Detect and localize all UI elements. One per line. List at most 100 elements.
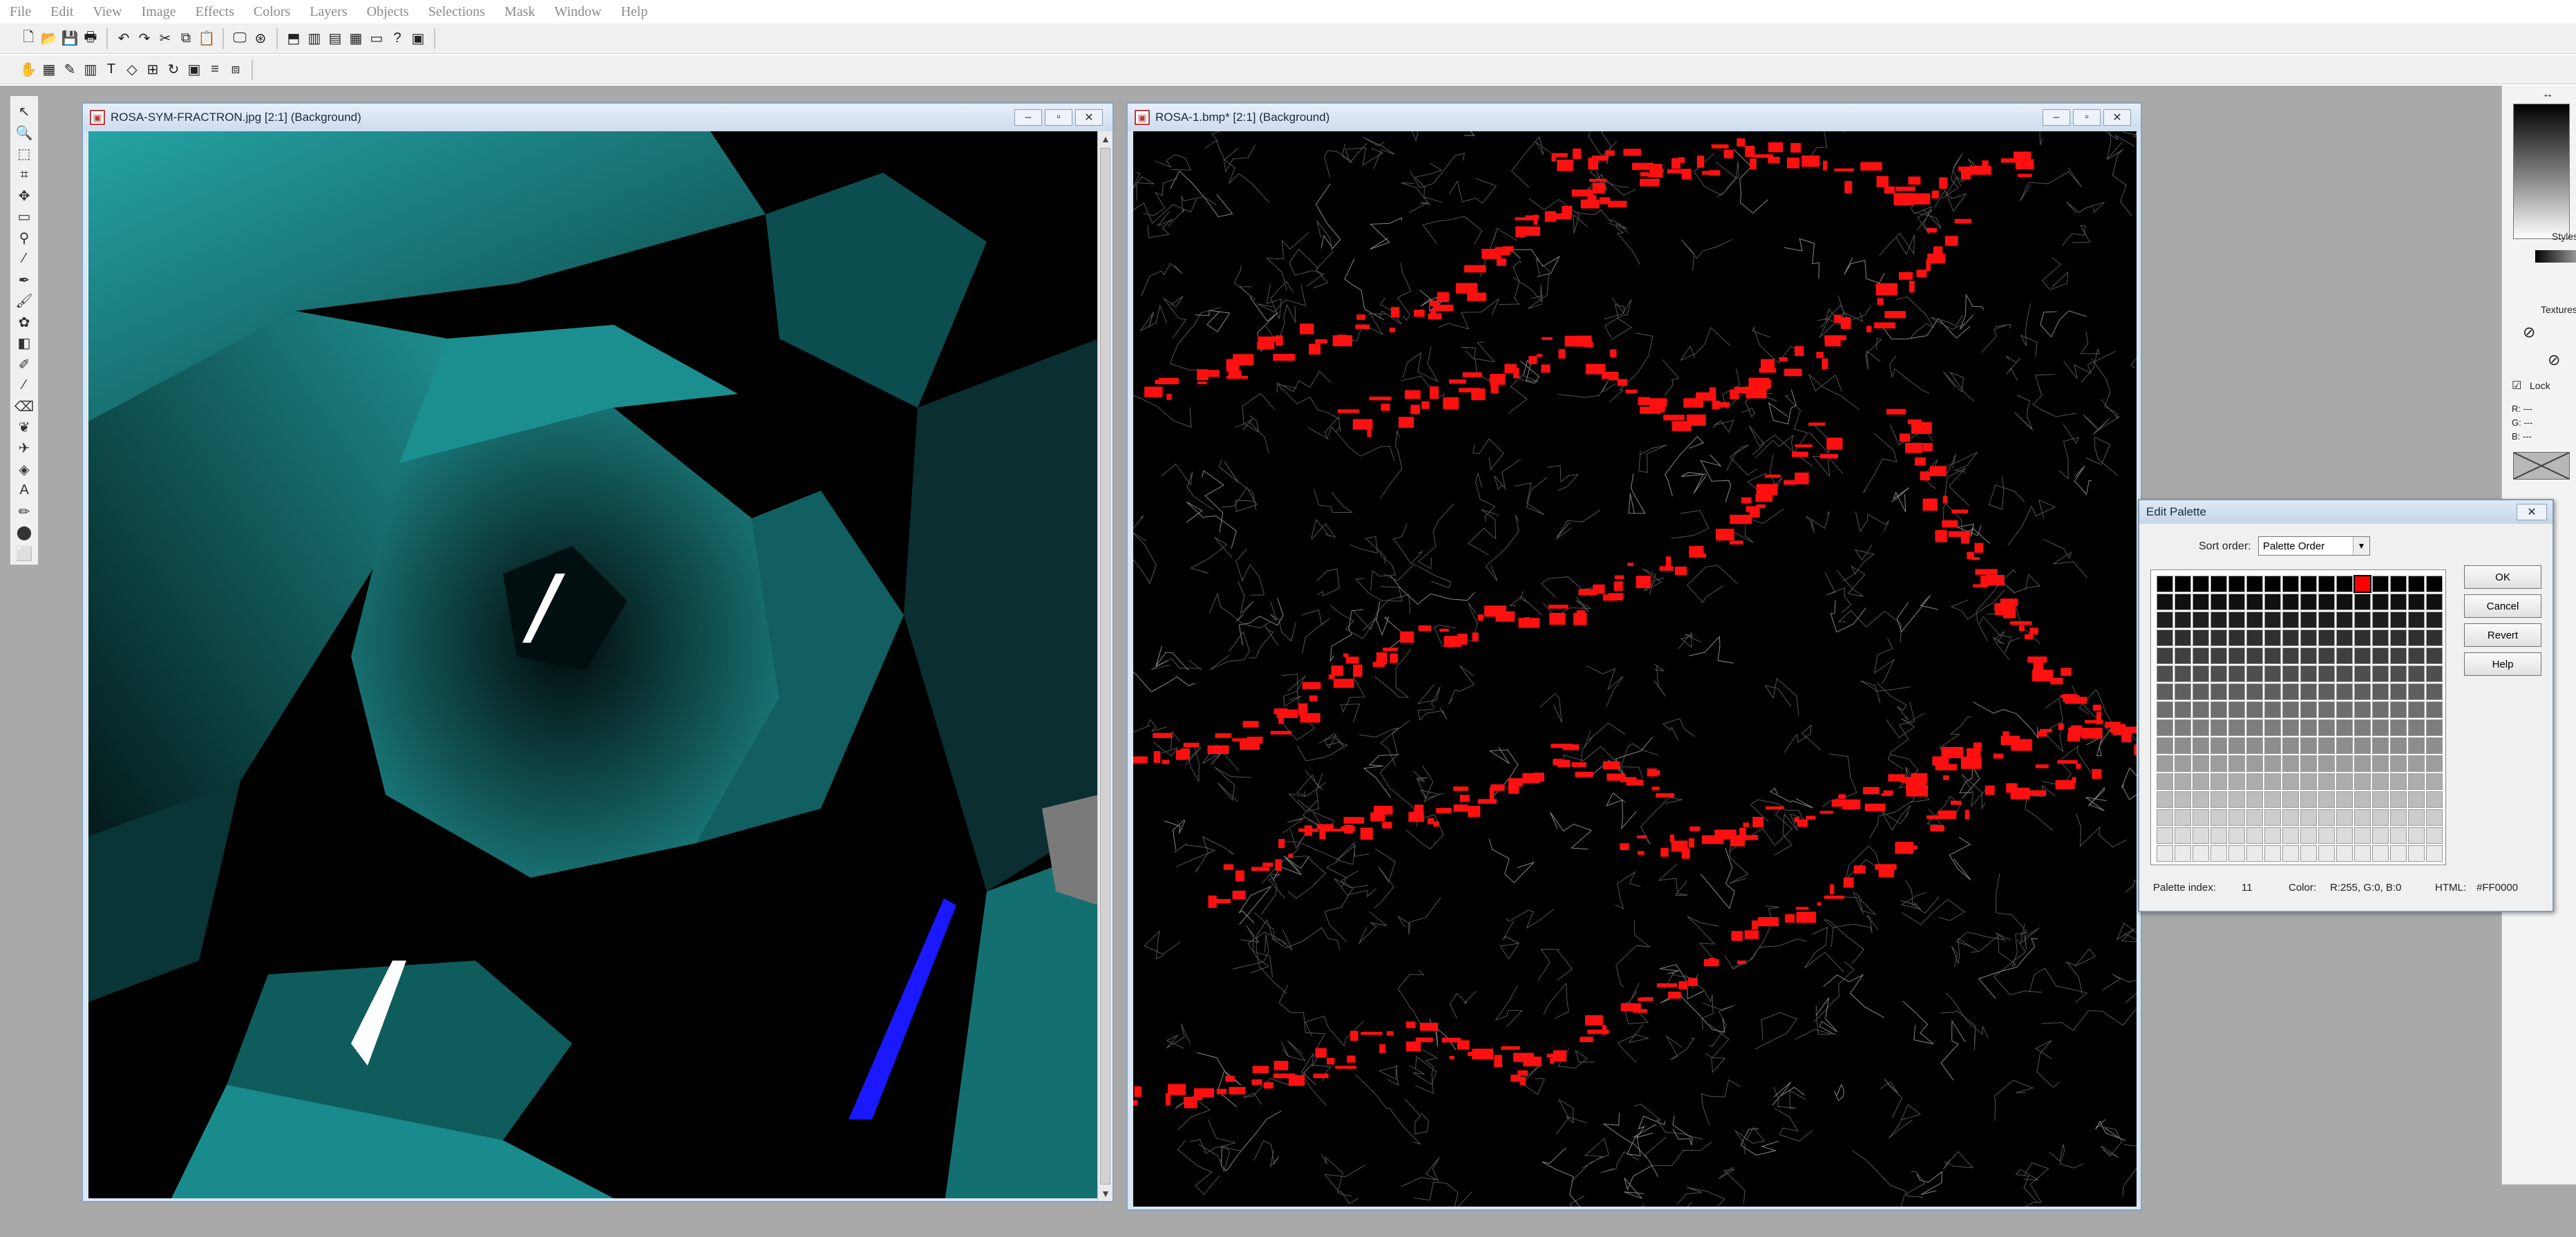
deform-tool-icon[interactable]: ⬚ bbox=[14, 144, 35, 164]
picture-tube-tool-icon[interactable]: ❦ bbox=[14, 417, 35, 437]
palette-swatch[interactable] bbox=[2175, 755, 2191, 772]
palette-swatch[interactable] bbox=[2210, 576, 2227, 592]
overview-icon[interactable]: ▦ bbox=[345, 28, 366, 49]
lock-checkbox[interactable]: ☑ bbox=[2512, 379, 2521, 393]
menu-effects[interactable]: Effects bbox=[196, 4, 234, 20]
palette-swatch[interactable] bbox=[2318, 719, 2335, 736]
palette-swatch[interactable] bbox=[2336, 665, 2353, 682]
palette-swatch[interactable] bbox=[2193, 773, 2209, 790]
menu-mask[interactable]: Mask bbox=[504, 4, 535, 20]
palette-swatch[interactable] bbox=[2264, 665, 2281, 682]
palette-swatch[interactable] bbox=[2157, 809, 2173, 826]
palette-swatch[interactable] bbox=[2426, 648, 2443, 664]
window-titlebar[interactable]: ▣ ROSA-SYM-FRACTRON.jpg [2:1] (Backgroun… bbox=[83, 104, 1112, 131]
palette-swatch[interactable] bbox=[2193, 630, 2209, 646]
palette-swatch[interactable] bbox=[2157, 630, 2173, 646]
palette-swatch[interactable] bbox=[2336, 630, 2353, 646]
palette-swatch[interactable] bbox=[2372, 576, 2389, 592]
arrow-tool-icon[interactable]: ↖ bbox=[14, 102, 35, 122]
palette-swatch[interactable] bbox=[2426, 665, 2443, 682]
palette-swatch[interactable] bbox=[2282, 665, 2299, 682]
palette-swatch[interactable] bbox=[2390, 845, 2407, 862]
copy-icon[interactable]: ⧉ bbox=[176, 28, 196, 49]
palette-swatch[interactable] bbox=[2175, 594, 2191, 610]
palette-swatch[interactable] bbox=[2372, 648, 2389, 664]
palette-swatch[interactable] bbox=[2426, 845, 2443, 862]
brush-icon[interactable]: ✎ bbox=[59, 59, 80, 80]
palette-swatch[interactable] bbox=[2210, 594, 2227, 610]
palette-swatch[interactable] bbox=[2210, 773, 2227, 790]
edit-palette-dialog[interactable]: Edit Palette ✕ Sort order: Palette Order… bbox=[2138, 499, 2554, 912]
palette-swatch[interactable] bbox=[2336, 773, 2353, 790]
palette-swatch[interactable] bbox=[2300, 648, 2317, 664]
palette-swatch[interactable] bbox=[2408, 845, 2425, 862]
palette-swatch[interactable] bbox=[2157, 665, 2173, 682]
palette-swatch[interactable] bbox=[2264, 701, 2281, 718]
palette-swatch[interactable] bbox=[2354, 665, 2371, 682]
palette-swatch[interactable] bbox=[2372, 719, 2389, 736]
palette-swatch[interactable] bbox=[2246, 648, 2263, 664]
palette-swatch[interactable] bbox=[2300, 755, 2317, 772]
palette-swatch[interactable] bbox=[2282, 791, 2299, 808]
selection-tool-icon[interactable]: ▭ bbox=[14, 207, 35, 227]
palette-swatch[interactable] bbox=[2210, 845, 2227, 862]
palette-swatch[interactable] bbox=[2390, 576, 2407, 592]
palette-swatch[interactable] bbox=[2157, 773, 2173, 790]
palette-swatch[interactable] bbox=[2300, 594, 2317, 610]
palette-swatch[interactable] bbox=[2318, 809, 2335, 826]
palette-swatch[interactable] bbox=[2264, 827, 2281, 844]
help-icon[interactable]: ? bbox=[387, 28, 408, 49]
palette-swatch[interactable] bbox=[2354, 809, 2371, 826]
palette-swatch[interactable] bbox=[2282, 845, 2299, 862]
clone-brush-tool-icon[interactable]: ✿ bbox=[14, 312, 35, 332]
palette-swatch[interactable] bbox=[2246, 594, 2263, 610]
layers-icon[interactable]: ▤ bbox=[325, 28, 345, 49]
palette-swatch[interactable] bbox=[2336, 683, 2353, 700]
palette-swatch[interactable] bbox=[2246, 701, 2263, 718]
palette-swatch[interactable] bbox=[2246, 791, 2263, 808]
scroll-down-arrow-icon[interactable]: ▼ bbox=[1098, 1186, 1113, 1201]
palette-swatch[interactable] bbox=[2175, 845, 2191, 862]
palette-swatch[interactable] bbox=[2246, 809, 2263, 826]
palette-swatch[interactable] bbox=[2264, 648, 2281, 664]
palette-swatch[interactable] bbox=[2336, 701, 2353, 718]
palette-swatch[interactable] bbox=[2300, 827, 2317, 844]
palette-swatch[interactable] bbox=[2336, 755, 2353, 772]
palette-swatch[interactable] bbox=[2300, 737, 2317, 754]
palette-swatch[interactable] bbox=[2408, 612, 2425, 628]
eraser-tool-icon[interactable]: ⌫ bbox=[14, 396, 35, 416]
palette-swatch[interactable] bbox=[2354, 755, 2371, 772]
palette-swatch[interactable] bbox=[2157, 755, 2173, 772]
palette-swatch[interactable] bbox=[2264, 809, 2281, 826]
palette-swatch[interactable] bbox=[2157, 791, 2173, 808]
palette-swatch[interactable] bbox=[2264, 719, 2281, 736]
text-icon[interactable]: T bbox=[101, 59, 122, 80]
palette-swatch[interactable] bbox=[2318, 683, 2335, 700]
palette-swatch[interactable] bbox=[2318, 701, 2335, 718]
align-icon[interactable]: ≡ bbox=[205, 59, 225, 80]
palette-swatch[interactable] bbox=[2336, 648, 2353, 664]
save-icon[interactable]: 💾 bbox=[59, 28, 80, 49]
palette-swatch[interactable] bbox=[2372, 845, 2389, 862]
move-tool-icon[interactable]: ✥ bbox=[14, 186, 35, 206]
palette-swatch[interactable] bbox=[2426, 737, 2443, 754]
palette-swatch[interactable] bbox=[2390, 665, 2407, 682]
palette-swatch[interactable] bbox=[2390, 755, 2407, 772]
palette-swatch[interactable] bbox=[2228, 648, 2245, 664]
palette-swatch[interactable] bbox=[2354, 630, 2371, 646]
image-canvas-teal[interactable] bbox=[88, 131, 1099, 1198]
palette-swatch[interactable] bbox=[2426, 827, 2443, 844]
palette-swatch[interactable] bbox=[2300, 683, 2317, 700]
palette-swatch[interactable] bbox=[2390, 648, 2407, 664]
document-window-rosa-1[interactable]: ▣ ROSA-1.bmp* [2:1] (Background) – ▫ ✕ bbox=[1126, 102, 2142, 1211]
menu-objects[interactable]: Objects bbox=[367, 4, 409, 20]
palette-swatch[interactable] bbox=[2300, 665, 2317, 682]
menu-window[interactable]: Window bbox=[554, 4, 601, 20]
airbrush-tool-icon[interactable]: ✈ bbox=[14, 438, 35, 458]
palette-swatch[interactable] bbox=[2282, 630, 2299, 646]
palette-swatch[interactable] bbox=[2372, 791, 2389, 808]
palette-swatch[interactable] bbox=[2157, 737, 2173, 754]
palette-swatch[interactable] bbox=[2193, 845, 2209, 862]
palette-swatch[interactable] bbox=[2228, 701, 2245, 718]
palette-swatch[interactable] bbox=[2264, 755, 2281, 772]
